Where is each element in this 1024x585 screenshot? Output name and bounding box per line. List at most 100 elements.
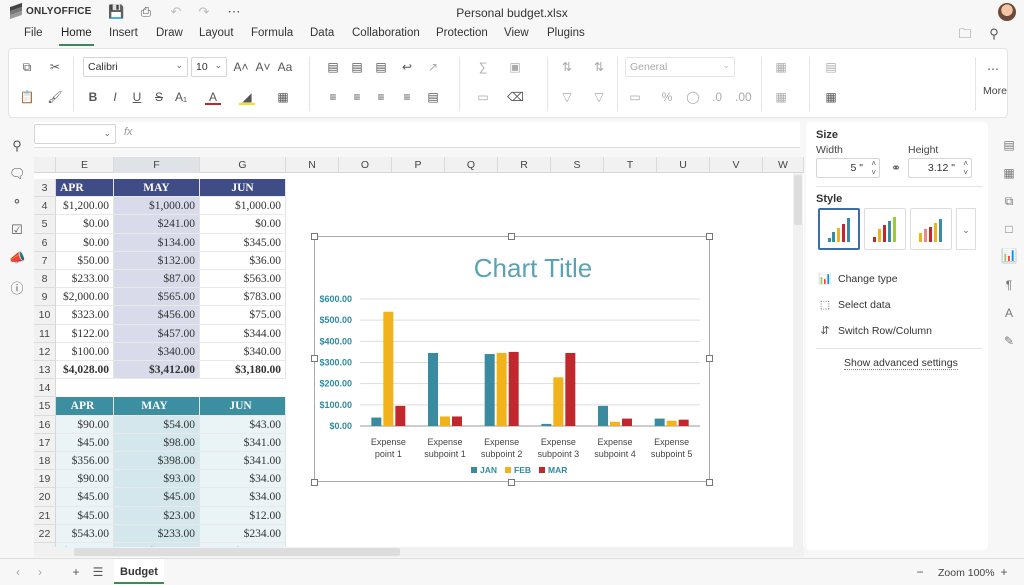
chart-style-3[interactable] [910,208,952,250]
print-icon[interactable]: ⎙ [138,4,154,20]
row-header[interactable]: 17 [34,433,56,452]
increase-decimal-icon[interactable]: .00 [735,89,752,105]
more-dots-icon[interactable]: ⋯ [985,61,1001,77]
spellcheck-icon[interactable]: ☑ [9,222,25,238]
name-box[interactable]: ⌄ [34,124,116,144]
col-header-n[interactable]: N [286,157,339,173]
named-range-icon[interactable]: ▣ [507,59,523,75]
function-icon[interactable]: fx [124,126,133,138]
shape-settings-icon[interactable]: ⧉ [1001,194,1017,210]
cell-e18[interactable]: $356.00 [56,452,114,471]
folder-icon[interactable]: 🗀 [957,26,973,42]
cell-e15[interactable]: APR [56,397,114,416]
copy-icon[interactable]: ⧉ [19,59,35,75]
col-header-g[interactable]: G [200,157,286,173]
width-field[interactable]: 5 " ˄ ˅ [816,158,880,178]
cell-e21[interactable]: $45.00 [56,506,114,525]
bold-icon[interactable]: B [85,89,101,105]
row-header[interactable]: 9 [34,288,56,307]
cell-f19[interactable]: $93.00 [114,470,200,489]
menu-plugins[interactable]: Plugins [547,27,585,39]
menu-protection[interactable]: Protection [436,27,488,39]
filter-icon[interactable]: ▽ [559,89,575,105]
cell-f8[interactable]: $87.00 [114,270,200,289]
cell-style-icon[interactable]: ▦ [773,89,789,105]
cell-e22[interactable]: $543.00 [56,524,114,543]
cell-f4[interactable]: $1,000.00 [114,197,200,216]
row-header[interactable]: 14 [34,379,56,398]
select-data-action[interactable]: ⬚ Select data [818,298,891,312]
cell-f9[interactable]: $565.00 [114,288,200,307]
cell-f17[interactable]: $98.00 [114,433,200,452]
cell-g5[interactable]: $0.00 [200,215,286,234]
cell-e10[interactable]: $323.00 [56,306,114,325]
italic-icon[interactable]: I [107,89,123,105]
resize-handle[interactable] [508,479,515,486]
col-header-u[interactable]: U [657,157,710,173]
increase-font-icon[interactable]: A˄ [233,59,249,75]
cut-icon[interactable]: ✂ [47,59,63,75]
align-left-icon[interactable]: ≡ [325,89,341,105]
chart-style-1[interactable] [818,208,860,250]
menu-draw[interactable]: Draw [156,27,183,39]
row-header[interactable]: 16 [34,415,56,434]
about-icon[interactable]: ⓘ [9,278,25,296]
spreadsheet-grid[interactable]: E F G N O P Q R S T U V W 3 APR MAY JUN 4 $1,… [34,157,804,547]
menu-home[interactable]: Home [59,27,94,46]
change-case-icon[interactable]: Aa [277,59,293,75]
row-header[interactable]: 12 [34,342,56,361]
cell-f7[interactable]: $132.00 [114,251,200,270]
scroll-thumb[interactable] [794,175,802,225]
align-bottom-icon[interactable]: ▤ [373,59,389,75]
align-middle-icon[interactable]: ▤ [349,59,365,75]
col-header-o[interactable]: O [339,157,392,173]
align-right-icon[interactable]: ≡ [373,89,389,105]
cell-e5[interactable]: $0.00 [56,215,114,234]
paragraph-settings-icon[interactable]: ¶ [1001,278,1017,294]
feedback-icon[interactable]: 📣 [9,250,25,266]
resize-handle[interactable] [311,233,318,240]
col-header-r[interactable]: R [498,157,551,173]
switch-row-column-action[interactable]: ⇵ Switch Row/Column [818,324,932,338]
col-header-q[interactable]: Q [445,157,498,173]
row-header[interactable]: 7 [34,251,56,270]
subscript-icon[interactable]: A₁ [173,89,189,105]
cell-g13[interactable]: $3,180.00 [200,361,286,380]
cell-g11[interactable]: $344.00 [200,324,286,343]
cell-g22[interactable]: $234.00 [200,524,286,543]
cell-e20[interactable]: $45.00 [56,488,114,507]
comma-icon[interactable]: ◯ [685,89,701,105]
cell-e13[interactable]: $4,028.00 [56,361,114,380]
orientation-icon[interactable]: ↗ [425,59,441,75]
merge-cells-icon[interactable]: ▤ [425,89,441,105]
cell-f15[interactable]: MAY [114,397,200,416]
cell-e9[interactable]: $2,000.00 [56,288,114,307]
col-header-e[interactable]: E [56,157,114,173]
menu-file[interactable]: File [24,27,43,39]
cell-g3[interactable]: JUN [200,179,286,198]
cell-f3[interactable]: MAY [114,179,200,198]
cell-g21[interactable]: $12.00 [200,506,286,525]
resize-handle[interactable] [311,479,318,486]
cell-e6[interactable]: $0.00 [56,233,114,252]
cell-e12[interactable]: $100.00 [56,342,114,361]
select-all-corner[interactable] [34,157,56,173]
cell-f21[interactable]: $23.00 [114,506,200,525]
insert-function-icon[interactable]: ▭ [475,89,491,105]
format-painter-icon[interactable]: 🖌 [47,89,63,105]
link-icon[interactable]: ⚭ [888,160,904,176]
decrease-decimal-icon[interactable]: .0 [709,89,725,105]
image-settings-icon[interactable]: □ [1001,222,1017,238]
conditional-format-icon[interactable]: ▦ [773,59,789,75]
col-header-p[interactable]: P [392,157,445,173]
advanced-settings-link[interactable]: Show advanced settings [844,357,958,370]
horizontal-scrollbar[interactable] [34,547,804,557]
row-header[interactable]: 6 [34,233,56,252]
sort-asc-icon[interactable]: ⇅ [559,59,575,75]
align-center-icon[interactable]: ≡ [349,89,365,105]
wrap-text-icon[interactable]: ↩ [399,59,415,75]
decrease-font-icon[interactable]: A˅ [255,59,271,75]
cell-g15[interactable]: JUN [200,397,286,416]
resize-handle[interactable] [311,355,318,362]
cell-e11[interactable]: $122.00 [56,324,114,343]
